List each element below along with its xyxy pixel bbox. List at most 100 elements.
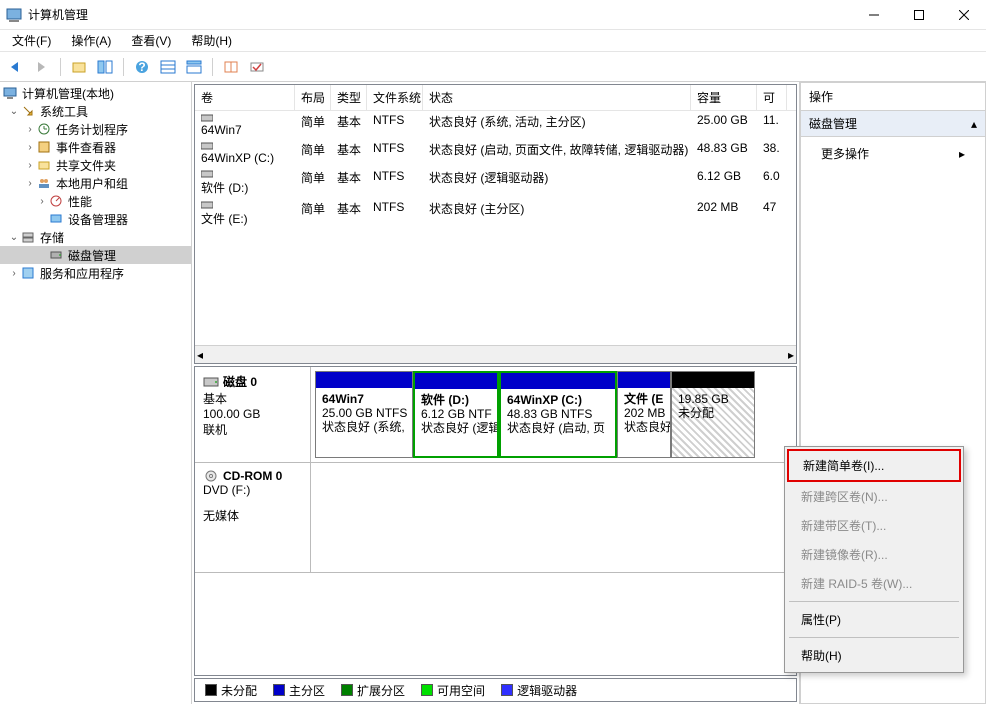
expand-icon[interactable]: › (24, 178, 36, 189)
disk-icon (203, 376, 219, 388)
performance-icon (48, 193, 64, 209)
cm-new-striped-volume: 新建带区卷(T)... (787, 511, 961, 540)
device-icon (48, 211, 64, 227)
horizontal-scrollbar[interactable]: ◂ ▸ (195, 345, 796, 363)
toolbar-sep (60, 58, 61, 76)
storage-icon (20, 229, 36, 245)
tree-system-tools[interactable]: ⌄ 系统工具 (0, 102, 191, 120)
cm-separator (789, 601, 959, 602)
col-status[interactable]: 状态 (423, 85, 691, 110)
volume-row[interactable]: 64WinXP (C:)简单基本NTFS状态良好 (启动, 页面文件, 故障转储… (195, 139, 796, 167)
show-hide-button[interactable] (95, 57, 115, 77)
toolbar-sep (212, 58, 213, 76)
svg-text:?: ? (138, 60, 145, 74)
tree-storage[interactable]: ⌄ 存储 (0, 228, 191, 246)
disk-partitions: 64Win725.00 GB NTFS状态良好 (系统, 软件 (D:)6.12… (311, 367, 796, 462)
tree-disk-management[interactable]: 磁盘管理 (0, 246, 191, 264)
navigation-tree: 计算机管理(本地) ⌄ 系统工具 › 任务计划程序 › 事件查看器 › 共享文件… (0, 82, 192, 704)
cdrom-label[interactable]: CD-ROM 0 DVD (F:) 无媒体 (195, 463, 311, 572)
cdrom-area (311, 463, 796, 572)
expand-icon[interactable]: › (24, 142, 36, 153)
legend-primary: 主分区 (273, 682, 325, 699)
tree-performance[interactable]: › 性能 (0, 192, 191, 210)
collapse-up-icon[interactable]: ▴ (971, 117, 977, 131)
legend-free: 可用空间 (421, 682, 485, 699)
expand-icon[interactable]: › (24, 160, 36, 171)
tree-services-apps[interactable]: › 服务和应用程序 (0, 264, 191, 282)
expand-icon[interactable]: › (24, 124, 36, 135)
back-button[interactable] (6, 57, 26, 77)
volume-row[interactable]: 文件 (E:)简单基本NTFS状态良好 (主分区)202 MB47 (195, 198, 796, 229)
cm-help[interactable]: 帮助(H) (787, 641, 961, 670)
help-button[interactable]: ? (132, 57, 152, 77)
list-view-button[interactable] (158, 57, 178, 77)
context-menu: 新建简单卷(I)... 新建跨区卷(N)... 新建带区卷(T)... 新建镜像… (784, 446, 964, 673)
collapse-icon[interactable]: ⌄ (8, 106, 20, 117)
cm-properties[interactable]: 属性(P) (787, 605, 961, 634)
legend-unalloc: 未分配 (205, 682, 257, 699)
tree-task-scheduler[interactable]: › 任务计划程序 (0, 120, 191, 138)
clock-icon (36, 121, 52, 137)
menubar: 文件(F) 操作(A) 查看(V) 帮助(H) (0, 30, 986, 52)
forward-button[interactable] (32, 57, 52, 77)
menu-view[interactable]: 查看(V) (123, 30, 179, 51)
cm-new-raid5-volume: 新建 RAID-5 卷(W)... (787, 569, 961, 598)
action-more[interactable]: 更多操作 ▸ (801, 141, 985, 166)
app-icon (6, 7, 22, 23)
partition[interactable]: 64WinXP (C:)48.83 GB NTFS状态良好 (启动, 页 (499, 371, 617, 458)
col-layout[interactable]: 布局 (295, 85, 331, 110)
users-icon (36, 175, 52, 191)
scroll-left-icon[interactable]: ◂ (197, 348, 203, 362)
minimize-button[interactable] (851, 0, 896, 30)
col-type[interactable]: 类型 (331, 85, 367, 110)
tree-device-manager[interactable]: 设备管理器 (0, 210, 191, 228)
services-icon (20, 265, 36, 281)
menu-help[interactable]: 帮助(H) (183, 30, 240, 51)
actions-section[interactable]: 磁盘管理 ▴ (800, 110, 986, 137)
cm-new-simple-volume[interactable]: 新建简单卷(I)... (787, 449, 961, 482)
up-button[interactable] (69, 57, 89, 77)
event-icon (36, 139, 52, 155)
volume-row[interactable]: 软件 (D:)简单基本NTFS状态良好 (逻辑驱动器)6.12 GB6.0 (195, 167, 796, 198)
tree-local-users[interactable]: › 本地用户和组 (0, 174, 191, 192)
disk-label[interactable]: 磁盘 0 基本 100.00 GB 联机 (195, 367, 311, 462)
detail-view-button[interactable] (184, 57, 204, 77)
refresh-button[interactable] (221, 57, 241, 77)
legend-logical: 逻辑驱动器 (501, 682, 577, 699)
volume-list-header: 卷 布局 类型 文件系统 状态 容量 可 (195, 85, 796, 111)
cm-new-spanned-volume: 新建跨区卷(N)... (787, 482, 961, 511)
tree-root[interactable]: 计算机管理(本地) (0, 84, 191, 102)
expand-icon[interactable]: › (8, 268, 20, 279)
expand-icon[interactable]: › (36, 196, 48, 207)
menu-action[interactable]: 操作(A) (63, 30, 119, 51)
tree-shared-folders[interactable]: › 共享文件夹 (0, 156, 191, 174)
cm-separator (789, 637, 959, 638)
volume-list: 卷 布局 类型 文件系统 状态 容量 可 64Win7简单基本NTFS状态良好 … (194, 84, 797, 364)
close-button[interactable] (941, 0, 986, 30)
partition[interactable]: 64Win725.00 GB NTFS状态良好 (系统, (315, 371, 413, 458)
maximize-button[interactable] (896, 0, 941, 30)
scroll-right-icon[interactable]: ▸ (788, 348, 794, 362)
col-free[interactable]: 可 (757, 85, 787, 110)
col-fs[interactable]: 文件系统 (367, 85, 423, 110)
partition[interactable]: 文件 (E202 MB状态良好 (617, 371, 671, 458)
col-capacity[interactable]: 容量 (691, 85, 757, 110)
chevron-right-icon: ▸ (959, 147, 965, 161)
wrench-icon (20, 103, 36, 119)
collapse-icon[interactable]: ⌄ (8, 232, 20, 243)
cm-new-mirror-volume: 新建镜像卷(R)... (787, 540, 961, 569)
settings-button[interactable] (247, 57, 267, 77)
disk-map: 磁盘 0 基本 100.00 GB 联机 64Win725.00 GB NTFS… (194, 366, 797, 676)
volume-row[interactable]: 64Win7简单基本NTFS状态良好 (系统, 活动, 主分区)25.00 GB… (195, 111, 796, 139)
col-volume[interactable]: 卷 (195, 85, 295, 110)
toolbar-sep (123, 58, 124, 76)
cdrom-icon (203, 470, 219, 482)
disk-mgmt-icon (48, 247, 64, 263)
actions-header: 操作 (800, 82, 986, 110)
menu-file[interactable]: 文件(F) (4, 30, 59, 51)
folder-shared-icon (36, 157, 52, 173)
toolbar: ? (0, 52, 986, 82)
partition[interactable]: 19.85 GB未分配 (671, 371, 755, 458)
tree-event-viewer[interactable]: › 事件查看器 (0, 138, 191, 156)
partition[interactable]: 软件 (D:)6.12 GB NTF状态良好 (逻辑 (413, 371, 499, 458)
